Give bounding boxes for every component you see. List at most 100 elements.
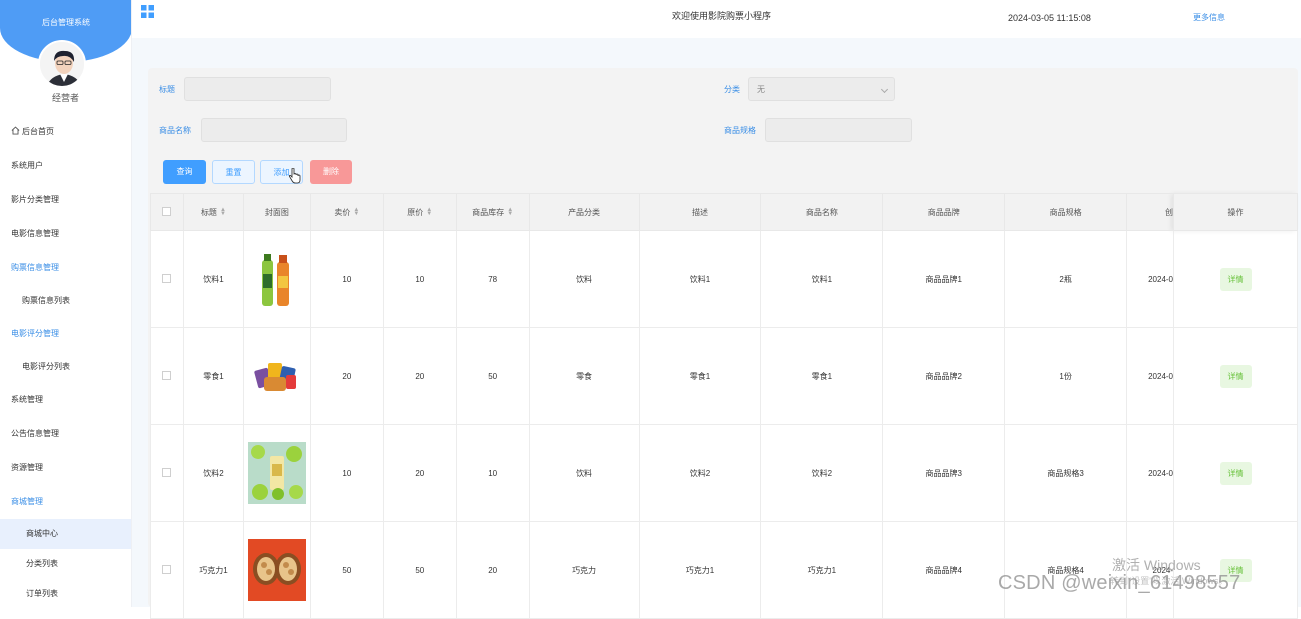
cell-cover — [242, 521, 311, 619]
title-label: 标题 — [159, 85, 175, 94]
cell-actions: 详情 — [1173, 327, 1298, 425]
detail-button[interactable]: 详情 — [1219, 267, 1252, 291]
column-header-label: 操作 — [1227, 207, 1244, 217]
datetime: 2024-03-05 11:15:08 — [1008, 13, 1091, 23]
sidebar: 后台管理系统 经营者 后台首页 系统用户 影片分类管理 电影信息管理 购票信息管… — [0, 0, 132, 607]
sidebar-item-label: 后台首页 — [22, 127, 54, 136]
column-header-label: 创 — [1165, 207, 1174, 217]
cell-title: 巧克力1 — [182, 521, 244, 619]
grid-icon[interactable] — [141, 5, 154, 20]
sidebar-item-system-mgmt[interactable]: 系统管理 — [0, 383, 131, 417]
sidebar-item-category-list[interactable]: 分类列表 — [0, 549, 131, 579]
cell-spec: 1份 — [1004, 327, 1128, 425]
main-content: 标题 分类 无 商品名称 商品规格 查询 重置 添加 删除 标题 ▲ ▼ 封面图… — [132, 38, 1301, 619]
cell-brand: 商品品牌4 — [882, 521, 1006, 619]
cell-cover — [242, 230, 311, 328]
delete-button[interactable]: 删除 — [310, 160, 352, 184]
category-select-value: 无 — [757, 85, 765, 94]
title-input[interactable] — [184, 77, 331, 101]
row-checkbox[interactable] — [162, 273, 172, 283]
cell-brand: 商品品牌1 — [882, 230, 1006, 328]
sort-icon[interactable]: ▲ ▼ — [507, 207, 513, 217]
sidebar-item-rating-list[interactable]: 电影评分列表 — [0, 351, 131, 383]
cell-description: 饮料1 — [638, 230, 762, 328]
sort-icon[interactable]: ▲ ▼ — [426, 207, 432, 217]
cell-spec: 商品规格4 — [1004, 521, 1128, 619]
cell-description: 零食1 — [638, 327, 762, 425]
cell-actions: 详情 — [1173, 230, 1298, 328]
cell-cover — [242, 327, 311, 425]
column-header-product-name: 商品名称 — [760, 193, 884, 231]
cell-product-name: 巧克力1 — [760, 521, 884, 619]
row-checkbox[interactable] — [162, 564, 172, 574]
column-header-label: 商品名称 — [805, 207, 838, 217]
welcome-text: 欢迎使用影院购票小程序 — [672, 11, 772, 21]
sidebar-item-shop-center[interactable]: 商城中心 — [0, 519, 131, 549]
sidebar-item-shop-mgmt[interactable]: 商城管理 — [0, 485, 131, 519]
detail-button[interactable]: 详情 — [1219, 461, 1252, 485]
product-image-drinks — [247, 248, 306, 310]
column-header-label: 封面图 — [264, 207, 289, 217]
sidebar-item-resource-mgmt[interactable]: 资源管理 — [0, 451, 131, 485]
column-header-label: 商品规格 — [1049, 207, 1082, 217]
more-info-link[interactable]: 更多信息 — [1193, 12, 1225, 23]
cell-product-name: 饮料1 — [760, 230, 884, 328]
cell-created: 2024-0 — [1126, 424, 1175, 522]
select-all-header[interactable] — [150, 193, 184, 231]
sort-icon[interactable]: ▲ ▼ — [220, 207, 226, 217]
sidebar-item-notice-mgmt[interactable]: 公告信息管理 — [0, 417, 131, 451]
table-row: 饮料1 10 10 78 饮料 饮料1 饮料1 商品品牌1 2瓶 2024-0 … — [150, 230, 1298, 328]
column-header-price[interactable]: 卖价 ▲ ▼ — [309, 193, 384, 231]
column-header-original-price[interactable]: 原价 ▲ ▼ — [382, 193, 457, 231]
column-header-cover: 封面图 — [242, 193, 311, 231]
cell-price: 20 — [309, 327, 384, 425]
cell-brand: 商品品牌2 — [882, 327, 1006, 425]
cell-spec: 2瓶 — [1004, 230, 1128, 328]
column-header-label: 原价 — [407, 207, 424, 217]
cell-category: 巧克力 — [528, 521, 640, 619]
cell-product-name: 零食1 — [760, 327, 884, 425]
cell-price: 50 — [309, 521, 384, 619]
sort-icon[interactable]: ▲ ▼ — [353, 207, 359, 217]
sidebar-item-system-users[interactable]: 系统用户 — [0, 149, 131, 183]
category-select[interactable]: 无 — [748, 77, 895, 101]
row-select-cell — [150, 327, 184, 425]
cell-original-price: 50 — [382, 521, 457, 619]
row-checkbox[interactable] — [162, 467, 172, 477]
product-spec-input[interactable] — [765, 118, 912, 142]
cell-cover — [242, 424, 311, 522]
cell-price: 10 — [309, 230, 384, 328]
sidebar-item-film-category[interactable]: 影片分类管理 — [0, 183, 131, 217]
sidebar-item-order-list[interactable]: 订单列表 — [0, 579, 131, 607]
reset-button[interactable]: 重置 — [212, 160, 255, 184]
column-header-title[interactable]: 标题 ▲ ▼ — [182, 193, 244, 231]
select-all-checkbox[interactable] — [162, 206, 172, 216]
top-bar: 欢迎使用影院购票小程序 2024-03-05 11:15:08 更多信息 — [132, 0, 1301, 38]
column-header-created: 创 — [1126, 193, 1175, 231]
row-checkbox[interactable] — [162, 370, 172, 380]
product-name-label: 商品名称 — [159, 126, 191, 135]
sidebar-item-rating-mgmt[interactable]: 电影评分管理 — [0, 317, 131, 351]
row-select-cell — [150, 230, 184, 328]
sidebar-item-ticket-mgmt[interactable]: 购票信息管理 — [0, 251, 131, 285]
cell-title: 饮料2 — [182, 424, 244, 522]
detail-button[interactable]: 详情 — [1219, 364, 1252, 388]
avatar[interactable] — [38, 40, 86, 88]
hand-cursor-icon — [288, 167, 301, 186]
sidebar-item-home[interactable]: 后台首页 — [0, 115, 131, 149]
row-select-cell — [150, 424, 184, 522]
column-header-actions: 操作 — [1173, 193, 1298, 231]
chevron-down-icon — [880, 85, 889, 94]
product-image-chocolate — [247, 539, 306, 601]
product-name-input[interactable] — [201, 118, 347, 142]
sidebar-item-film-info[interactable]: 电影信息管理 — [0, 217, 131, 251]
sidebar-item-ticket-list[interactable]: 购票信息列表 — [0, 285, 131, 317]
sidebar-menu: 后台首页 系统用户 影片分类管理 电影信息管理 购票信息管理 购票信息列表 电影… — [0, 115, 131, 607]
column-header-spec: 商品规格 — [1004, 193, 1128, 231]
cell-stock: 10 — [455, 424, 530, 522]
column-header-stock[interactable]: 商品库存 ▲ ▼ — [455, 193, 530, 231]
app-title: 后台管理系统 — [42, 18, 90, 27]
table-row: 零食1 20 20 50 零食 零食1 零食1 商品品牌2 1份 2024-0 … — [150, 327, 1298, 425]
query-button[interactable]: 查询 — [163, 160, 206, 184]
cell-created: 2024-0 — [1126, 230, 1175, 328]
